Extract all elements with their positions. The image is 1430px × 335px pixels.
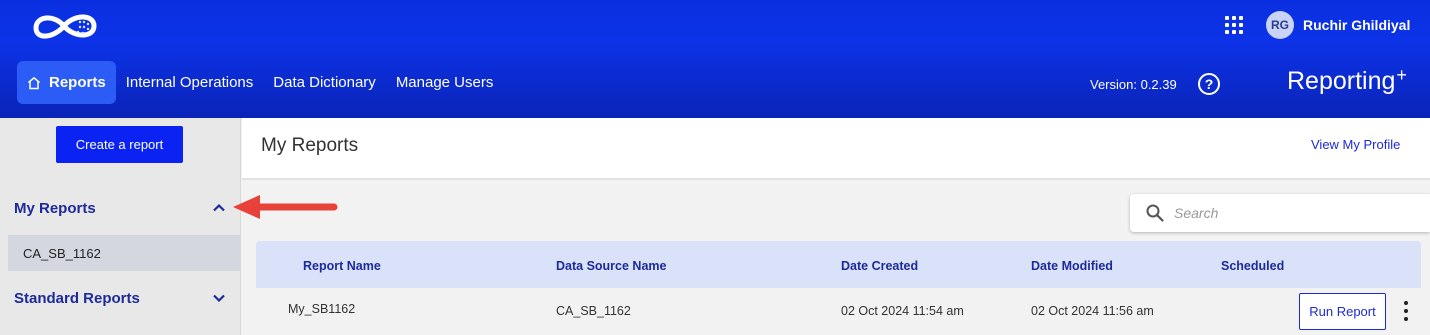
user-name[interactable]: Ruchir Ghildiyal (1303, 17, 1410, 33)
nav-item-manage-users[interactable]: Manage Users (386, 61, 504, 104)
main-nav: Reports Internal Operations Data Diction… (17, 61, 503, 104)
nav-item-label: Reports (49, 74, 106, 91)
sidebar: Create a report My Reports CA_SB_1162 St… (0, 118, 241, 335)
nav-item-internal-operations[interactable]: Internal Operations (116, 61, 264, 104)
table-row: My_SB1162 CA_SB_1162 02 Oct 2024 11:54 a… (256, 288, 1421, 335)
more-options-icon[interactable] (1401, 301, 1411, 321)
grid-apps-icon[interactable] (1225, 16, 1243, 34)
search-input[interactable] (1174, 205, 1414, 221)
chevron-down-icon (213, 294, 225, 303)
brand-name: Reporting+ (1287, 65, 1407, 95)
cell-report-name[interactable]: My_SB1162 (288, 302, 355, 316)
column-header-date-created[interactable]: Date Created (841, 259, 918, 273)
column-header-data-source-name[interactable]: Data Source Name (556, 259, 666, 273)
run-report-button[interactable]: Run Report (1299, 293, 1386, 330)
standard-reports-heading: Standard Reports (14, 289, 140, 307)
cell-data-source-name: CA_SB_1162 (556, 304, 631, 318)
column-header-scheduled[interactable]: Scheduled (1221, 259, 1284, 273)
app-header: RG Ruchir Ghildiyal Reports Internal Ope… (0, 0, 1430, 118)
standard-reports-section-toggle[interactable]: Standard Reports (0, 283, 240, 313)
view-my-profile-link[interactable]: View My Profile (1311, 137, 1400, 152)
annotation-arrow-icon (233, 195, 338, 219)
my-reports-heading: My Reports (14, 199, 96, 217)
column-header-date-modified[interactable]: Date Modified (1031, 259, 1113, 273)
my-reports-section-toggle[interactable]: My Reports (0, 193, 240, 223)
version-label: Version: 0.2.39 (1090, 77, 1177, 92)
cell-date-modified: 02 Oct 2024 11:56 am (1031, 304, 1154, 318)
home-icon (28, 76, 40, 89)
search-box[interactable] (1130, 194, 1430, 232)
cell-date-created: 02 Oct 2024 11:54 am (841, 304, 964, 318)
chevron-up-icon (213, 203, 225, 212)
sidebar-item-report[interactable]: CA_SB_1162 (8, 235, 240, 271)
search-icon (1146, 204, 1164, 222)
infinity-globe-logo[interactable] (28, 8, 102, 44)
create-report-button[interactable]: Create a report (56, 126, 183, 163)
main-header: My Reports View My Profile (242, 118, 1430, 180)
column-header-report-name[interactable]: Report Name (303, 259, 381, 273)
nav-item-reports[interactable]: Reports (17, 61, 116, 104)
nav-item-data-dictionary[interactable]: Data Dictionary (263, 61, 386, 104)
question-circle-icon[interactable]: ? (1198, 73, 1220, 95)
page-title: My Reports (261, 135, 359, 156)
table-header: Report Name Data Source Name Date Create… (256, 241, 1421, 288)
avatar[interactable]: RG (1266, 11, 1294, 39)
